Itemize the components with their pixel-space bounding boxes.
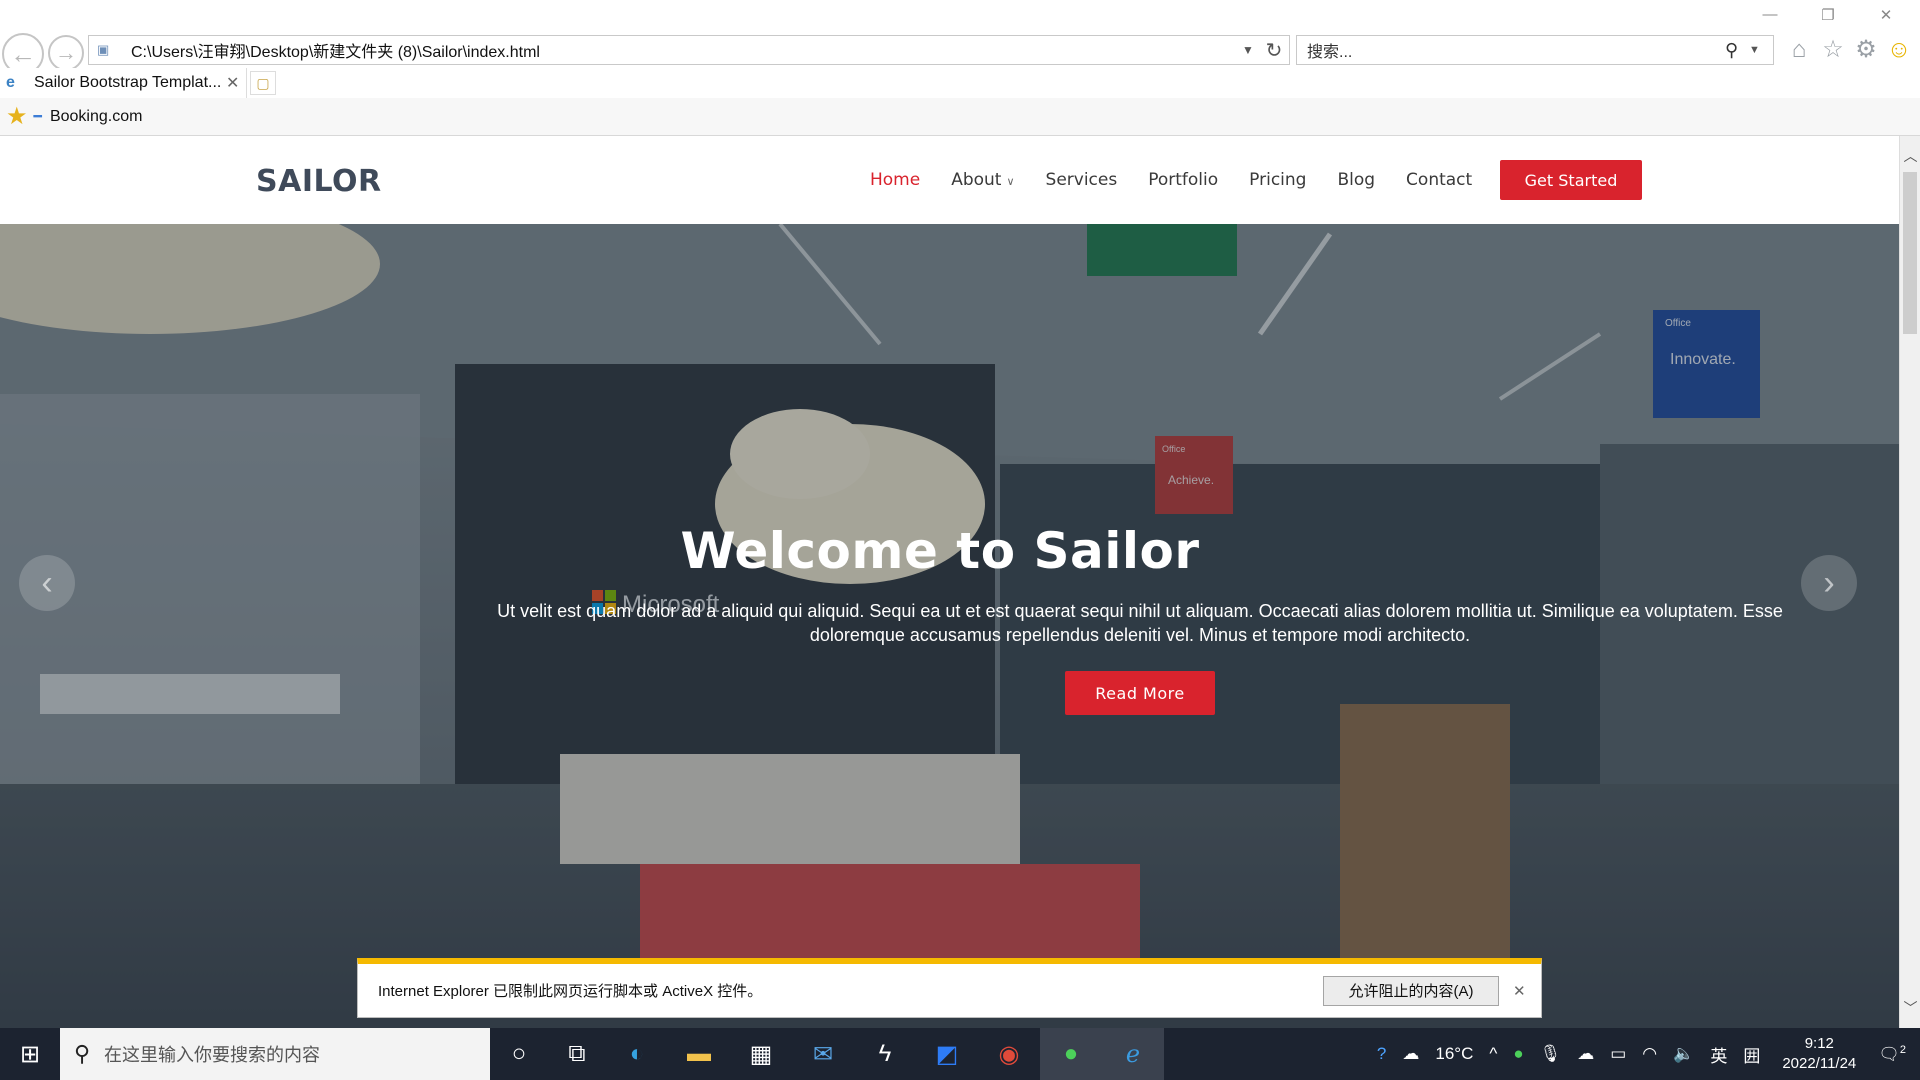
restore-icon[interactable]: ❐ bbox=[1817, 6, 1839, 26]
internet-explorer-icon[interactable]: ℯ bbox=[1102, 1028, 1164, 1080]
chrome-icon[interactable]: ◉ bbox=[978, 1028, 1040, 1080]
close-tab-icon[interactable]: ✕ bbox=[226, 73, 246, 93]
close-icon[interactable]: ✕ bbox=[1875, 6, 1897, 26]
microphone-icon[interactable]: 🎙 bbox=[1540, 1044, 1562, 1064]
browser-search-box[interactable]: 搜索... ⚲ ▼ bbox=[1296, 35, 1774, 65]
favorite-booking-link[interactable]: Booking.com bbox=[50, 108, 143, 126]
nav-portfolio[interactable]: Portfolio bbox=[1148, 170, 1218, 190]
get-started-button[interactable]: Get Started bbox=[1500, 160, 1642, 200]
page-icon: ▣ bbox=[97, 42, 110, 57]
ime-language[interactable]: 英 bbox=[1710, 1042, 1727, 1067]
weather-cloud-icon[interactable]: ☁ bbox=[1402, 1044, 1419, 1064]
scrollbar-thumb[interactable] bbox=[1903, 172, 1917, 334]
notification-message: Internet Explorer 已限制此网页运行脚本或 ActiveX 控件… bbox=[378, 983, 763, 1000]
onedrive-icon[interactable]: ☁ bbox=[1577, 1044, 1594, 1064]
gear-icon[interactable]: ⚙ bbox=[1853, 37, 1879, 63]
task-view-icon[interactable]: ⧉ bbox=[548, 1028, 606, 1080]
home-icon[interactable]: ⌂ bbox=[1786, 37, 1812, 63]
file-explorer-icon[interactable]: ▬ bbox=[668, 1028, 730, 1080]
add-favorite-star-icon[interactable]: ★ bbox=[6, 102, 28, 131]
battery-icon[interactable]: ▭ bbox=[1610, 1044, 1626, 1064]
carousel-next-button[interactable]: › bbox=[1801, 555, 1857, 611]
hero-carousel: MicrosoftOfficeInnovate.OfficeAchieve. W… bbox=[0, 224, 1899, 1028]
dingtalk-icon[interactable]: ◩ bbox=[916, 1028, 978, 1080]
page-viewport: SAILOR Home About ∨ Services Portfolio Pr… bbox=[0, 136, 1899, 1028]
screen: ← → ▣ C:\Users\汪审翔\Desktop\新建文件夹 (8)\Sai… bbox=[0, 0, 1920, 1080]
nav-contact[interactable]: Contact bbox=[1406, 170, 1472, 190]
chevron-down-icon: ∨ bbox=[1006, 175, 1015, 188]
booking-favicon-icon: ━ bbox=[33, 108, 42, 124]
search-icon[interactable]: ⚲ bbox=[1725, 40, 1749, 61]
wechat-tray-icon[interactable]: ● bbox=[1513, 1044, 1523, 1064]
wechat-icon[interactable]: ● bbox=[1040, 1028, 1102, 1080]
arrow-right-icon: → bbox=[55, 40, 77, 65]
weather-temperature[interactable]: 16°C bbox=[1435, 1044, 1473, 1064]
favorites-bar: ★ ━ Booking.com bbox=[0, 98, 1920, 136]
windows-start-icon[interactable]: ⊞ bbox=[0, 1028, 60, 1080]
chevron-down-icon[interactable]: ▼ bbox=[1749, 44, 1773, 56]
chevron-down-icon[interactable]: ▼ bbox=[1237, 43, 1259, 57]
edge-browser-icon[interactable]: ◐ bbox=[606, 1028, 668, 1080]
clock-date: 2022/11/24 bbox=[1782, 1055, 1857, 1072]
close-icon[interactable]: ✕ bbox=[1513, 982, 1533, 1000]
refresh-icon[interactable]: ↻ bbox=[1259, 38, 1289, 63]
tab-sailor[interactable]: e Sailor Bootstrap Templat... ✕ bbox=[0, 68, 247, 98]
notification-count: 2 bbox=[1899, 1043, 1906, 1056]
site-header: SAILOR Home About ∨ Services Portfolio Pr… bbox=[0, 136, 1899, 224]
read-more-button[interactable]: Read More bbox=[1065, 671, 1215, 715]
new-tab-icon: ▢ bbox=[256, 74, 270, 91]
notification-center-icon[interactable]: 🗨2 bbox=[1878, 1044, 1906, 1065]
scroll-down-icon[interactable]: ﹀ bbox=[1900, 998, 1920, 1018]
taskbar: ⊞ ⚲ 在这里输入你要搜索的内容 ○ ⧉ ◐ ▬ ▦ ✉ ϟ ◩ ◉ ● ℯ ?… bbox=[0, 1028, 1920, 1080]
allow-blocked-content-button[interactable]: 允许阻止的内容(A) bbox=[1323, 975, 1499, 1006]
hero-title: Welcome to Sailor bbox=[680, 522, 1200, 580]
wifi-icon[interactable]: ◠ bbox=[1642, 1044, 1657, 1064]
tab-strip: e Sailor Bootstrap Templat... ✕ ▢ bbox=[0, 68, 1920, 98]
minimize-icon[interactable]: — bbox=[1759, 6, 1781, 26]
nav-blog[interactable]: Blog bbox=[1337, 170, 1375, 190]
nav-about[interactable]: About ∨ bbox=[951, 170, 1014, 190]
smiley-feedback-icon[interactable]: ☺ bbox=[1886, 37, 1912, 63]
vertical-scrollbar[interactable]: ︿ ﹀ bbox=[1899, 136, 1920, 1028]
nav-home[interactable]: Home bbox=[870, 170, 920, 190]
help-icon[interactable]: ? bbox=[1377, 1044, 1386, 1064]
cortana-icon[interactable]: ○ bbox=[490, 1028, 548, 1080]
nav-about-label: About bbox=[951, 170, 1002, 190]
clock-time: 9:12 bbox=[1804, 1035, 1834, 1052]
volume-icon[interactable]: 🔈 bbox=[1673, 1044, 1694, 1064]
activex-notification-bar: Internet Explorer 已限制此网页运行脚本或 ActiveX 控件… bbox=[357, 958, 1542, 1018]
search-placeholder[interactable]: 搜索... bbox=[1307, 38, 1725, 62]
scroll-up-icon[interactable]: ︿ bbox=[1900, 146, 1920, 166]
chevron-up-icon[interactable]: ^ bbox=[1489, 1044, 1497, 1064]
arrow-left-icon: ← bbox=[10, 38, 36, 69]
taskbar-search-placeholder[interactable]: 在这里输入你要搜索的内容 bbox=[104, 1041, 320, 1067]
nav-services[interactable]: Services bbox=[1046, 170, 1118, 190]
taskbar-search-box[interactable]: ⚲ 在这里输入你要搜索的内容 bbox=[60, 1028, 490, 1080]
search-icon: ⚲ bbox=[73, 1041, 91, 1066]
ime-mode-icon[interactable]: 囲 bbox=[1743, 1042, 1760, 1067]
address-text[interactable]: C:\Users\汪审翔\Desktop\新建文件夹 (8)\Sailor\in… bbox=[131, 38, 1237, 62]
nav-pricing[interactable]: Pricing bbox=[1249, 170, 1306, 190]
main-nav: Home About ∨ Services Portfolio Pricing B… bbox=[870, 158, 1503, 202]
new-tab-button[interactable]: ▢ bbox=[250, 71, 276, 95]
tab-title: Sailor Bootstrap Templat... bbox=[34, 74, 222, 91]
forward-button[interactable]: → bbox=[48, 35, 84, 71]
browser-toolbar: ← → ▣ C:\Users\汪审翔\Desktop\新建文件夹 (8)\Sai… bbox=[0, 0, 1920, 75]
microsoft-store-icon[interactable]: ▦ bbox=[730, 1028, 792, 1080]
chevron-right-icon: › bbox=[1823, 563, 1835, 602]
carousel-prev-button[interactable]: ‹ bbox=[19, 555, 75, 611]
chevron-left-icon: ‹ bbox=[41, 563, 53, 602]
taskbar-clock[interactable]: 9:12 2022/11/24 bbox=[1782, 1034, 1856, 1074]
site-logo[interactable]: SAILOR bbox=[256, 164, 382, 199]
app-bolt-icon[interactable]: ϟ bbox=[854, 1028, 916, 1080]
favorites-star-icon[interactable]: ☆ bbox=[1820, 37, 1846, 63]
ie-logo-icon: e bbox=[6, 74, 15, 91]
hero-text: Ut velit est quam dolor ad a aliquid qui… bbox=[497, 601, 1783, 645]
address-bar[interactable]: ▣ C:\Users\汪审翔\Desktop\新建文件夹 (8)\Sailor\… bbox=[88, 35, 1290, 65]
mail-icon[interactable]: ✉ bbox=[792, 1028, 854, 1080]
system-tray: ? ☁ 16°C ^ ● 🎙 ☁ ▭ ◠ 🔈 英 囲 9:12 2022/11/… bbox=[1369, 1028, 1920, 1080]
